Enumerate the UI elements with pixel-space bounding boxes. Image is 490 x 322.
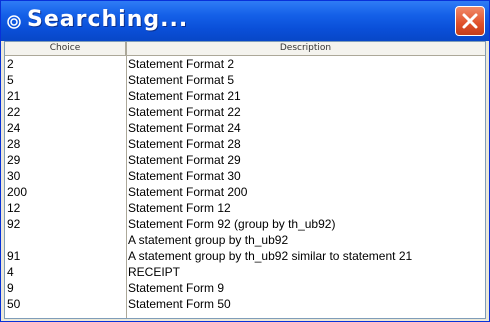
column-divider [126, 42, 127, 318]
search-window: Searching... Choice Description 2 Stateme… [0, 0, 490, 322]
choice-cell: 21 [7, 89, 21, 103]
choice-cell: 9 [7, 281, 14, 295]
description-cell: Statement Form 50 [128, 297, 231, 311]
table-header: Choice Description [5, 42, 485, 56]
table-row[interactable]: 4 RECEIPT [5, 264, 485, 280]
choice-cell: 92 [7, 217, 21, 231]
description-cell: A statement group by th_ub92 similar to … [128, 249, 413, 263]
description-cell: Statement Format 21 [128, 89, 241, 103]
description-cell: Statement Format 30 [128, 169, 241, 183]
choice-cell: 28 [7, 137, 21, 151]
table-row[interactable]: A statement group by th_ub92 [5, 232, 485, 248]
description-cell: Statement Format 5 [128, 73, 235, 87]
choice-cell: 22 [7, 105, 21, 119]
close-icon [462, 13, 478, 29]
choice-cell: 50 [7, 297, 21, 311]
title-bar[interactable]: Searching... [1, 1, 489, 41]
table-row[interactable]: 5 Statement Format 5 [5, 72, 485, 88]
description-cell: Statement Format 28 [128, 137, 241, 151]
choice-cell: 91 [7, 249, 21, 263]
table-row[interactable]: 22 Statement Format 22 [5, 104, 485, 120]
description-cell: Statement Format 22 [128, 105, 241, 119]
table-row[interactable]: 30 Statement Format 30 [5, 168, 485, 184]
table-row[interactable]: 29 Statement Format 29 [5, 152, 485, 168]
description-cell: A statement group by th_ub92 [128, 233, 289, 247]
table-row[interactable]: 91 A statement group by th_ub92 similar t… [5, 248, 485, 264]
window-menu-icon[interactable] [7, 14, 21, 29]
description-cell: RECEIPT [128, 265, 181, 279]
results-table[interactable]: Choice Description 2 Statement Format 2 5 S… [4, 41, 486, 319]
table-row[interactable]: 200 Statement Format 200 [5, 184, 485, 200]
choice-cell: 4 [7, 265, 14, 279]
choice-cell: 29 [7, 153, 21, 167]
close-button[interactable] [455, 6, 485, 36]
choice-cell: 5 [7, 73, 14, 87]
description-cell: Statement Form 92 (group by th_ub92) [128, 217, 336, 231]
description-cell: Statement Form 9 [128, 281, 225, 295]
table-row[interactable]: 21 Statement Format 21 [5, 88, 485, 104]
description-cell: Statement Form 12 [128, 201, 231, 215]
table-row[interactable]: 50 Statement Form 50 [5, 296, 485, 312]
table-row[interactable]: 24 Statement Format 24 [5, 120, 485, 136]
choice-cell: 2 [7, 57, 14, 71]
description-cell: Statement Format 29 [128, 153, 241, 167]
choice-cell: 24 [7, 121, 21, 135]
choice-cell: 200 [7, 185, 28, 199]
window-title: Searching... [27, 7, 189, 32]
description-cell: Statement Format 24 [128, 121, 241, 135]
table-row[interactable]: 9 Statement Form 9 [5, 280, 485, 296]
column-header-choice[interactable]: Choice [5, 42, 126, 55]
column-header-description[interactable]: Description [126, 42, 485, 55]
choice-cell [5, 232, 126, 248]
table-row[interactable]: 28 Statement Format 28 [5, 136, 485, 152]
table-body: 2 Statement Format 2 5 Statement Format 5 21… [5, 56, 485, 312]
table-row[interactable]: 2 Statement Format 2 [5, 56, 485, 72]
choice-cell: 12 [7, 201, 21, 215]
description-cell: Statement Format 2 [128, 57, 235, 71]
table-row[interactable]: 92 Statement Form 92 (group by th_ub92) [5, 216, 485, 232]
choice-cell: 30 [7, 169, 21, 183]
description-cell: Statement Format 200 [128, 185, 248, 199]
table-row[interactable]: 12 Statement Form 12 [5, 200, 485, 216]
